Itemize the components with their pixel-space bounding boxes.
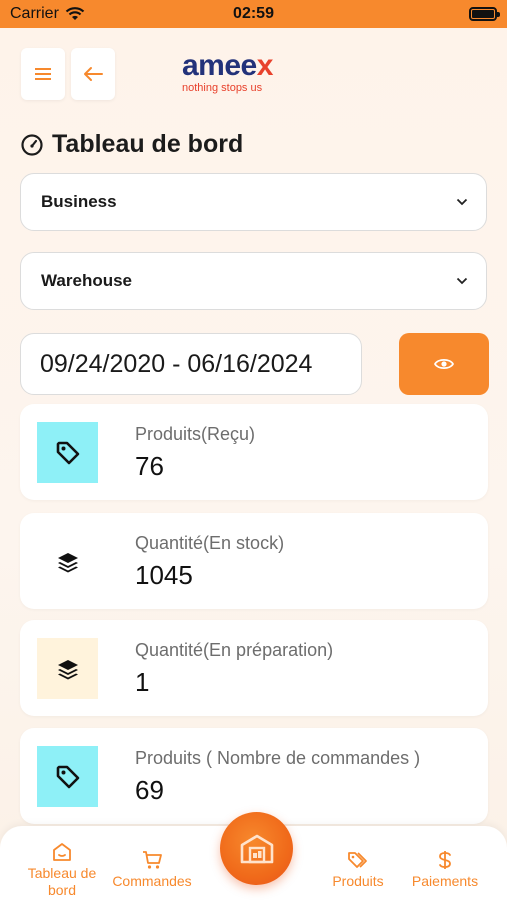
- view-button[interactable]: [399, 333, 489, 395]
- stat-label: Quantité(En stock): [135, 533, 285, 553]
- nav-orders-label: Commandes: [112, 873, 192, 889]
- logo-text-x: x: [256, 49, 274, 82]
- gauge-icon: [21, 133, 43, 156]
- title-row: Tableau de bord: [20, 130, 243, 159]
- warehouse-select-value: Warehouse: [41, 271, 133, 290]
- tags-icon: [348, 852, 367, 868]
- status-time: 02:59: [233, 5, 274, 22]
- stat-label: Produits ( Nombre de commandes ): [135, 748, 421, 768]
- nav-products[interactable]: Produits: [322, 850, 394, 890]
- menu-icon: [35, 68, 51, 80]
- stat-value: 69: [135, 775, 164, 805]
- logo-tagline: nothing stops us: [182, 82, 263, 94]
- stat-icon-bg: [37, 531, 98, 592]
- arrow-left-icon: [84, 67, 103, 81]
- stat-icon-bg: [37, 746, 98, 807]
- carrier-label: Carrier: [10, 5, 59, 22]
- stat-icon-bg: [37, 422, 98, 483]
- chevron-down-icon: [456, 198, 468, 206]
- ameex-logo: ameex nothing stops us: [182, 50, 322, 98]
- home-icon: [53, 843, 71, 861]
- stat-card-quantite-stock: Quantité(En stock) 1045: [20, 513, 488, 609]
- stat-card-produits-recu: Produits(Reçu) 76: [20, 404, 488, 500]
- nav-orders[interactable]: Commandes: [110, 850, 194, 890]
- date-range-value: 09/24/2020 - 06/16/2024: [40, 349, 313, 378]
- stat-card-produits-commandes: Produits ( Nombre de commandes ) 69: [20, 728, 488, 824]
- business-select-value: Business: [41, 192, 117, 211]
- wifi-icon: [65, 7, 85, 20]
- layers-icon: [57, 552, 78, 572]
- date-range-input[interactable]: 09/24/2020 - 06/16/2024: [20, 333, 362, 395]
- nav-payments[interactable]: Paiements: [405, 850, 485, 890]
- nav-products-label: Produits: [332, 873, 384, 889]
- chevron-down-icon: [456, 277, 468, 285]
- page-title: Tableau de bord: [52, 130, 244, 158]
- nav-dashboard[interactable]: Tableau de bord: [22, 842, 102, 899]
- battery-icon: [469, 7, 500, 21]
- stat-label: Quantité(En préparation): [135, 640, 334, 660]
- nav-dashboard-label: Tableau de bord: [27, 865, 97, 898]
- stat-value: 1: [135, 667, 150, 697]
- layers-icon: [57, 659, 78, 679]
- warehouse-select[interactable]: Warehouse: [20, 252, 487, 310]
- stat-icon-bg: [37, 638, 98, 699]
- back-button[interactable]: [71, 48, 115, 100]
- cart-icon: [143, 851, 162, 869]
- status-bar: Carrier 02:59: [0, 0, 507, 28]
- stat-value: 1045: [135, 560, 193, 590]
- logo-word: ameex: [182, 50, 322, 82]
- warehouse-fab-button[interactable]: [220, 812, 293, 885]
- dollar-icon: [439, 851, 451, 869]
- warehouse-icon: [240, 834, 273, 863]
- status-left: Carrier: [10, 5, 85, 23]
- business-select[interactable]: Business: [20, 173, 487, 231]
- tag-icon: [56, 441, 79, 464]
- eye-icon: [434, 358, 454, 370]
- stat-card-quantite-preparation: Quantité(En préparation) 1: [20, 620, 488, 716]
- nav-payments-label: Paiements: [411, 873, 479, 889]
- logo-text-main: amee: [182, 49, 257, 82]
- stat-label: Produits(Reçu): [135, 424, 256, 444]
- stat-value: 76: [135, 451, 164, 481]
- menu-button[interactable]: [21, 48, 65, 100]
- tag-icon: [56, 765, 79, 788]
